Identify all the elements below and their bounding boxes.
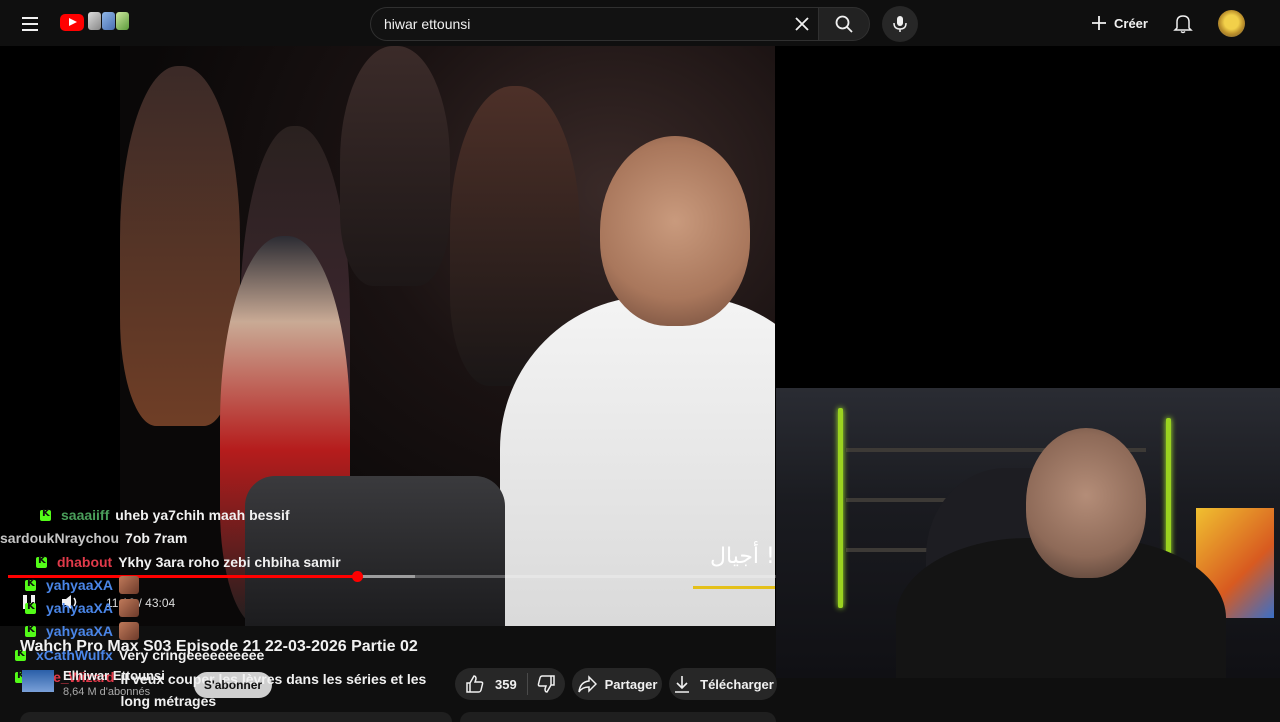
create-button[interactable]: Créer [1090,9,1148,37]
chat-message: saaaiiff uheb ya7chih maah bessif [40,505,290,525]
download-button[interactable]: Télécharger [669,668,777,700]
channel-name[interactable]: Elhiwar Ettounsi [63,668,165,683]
comments-card[interactable] [460,712,776,722]
chat-username: sardoukNraychou [0,530,120,546]
dislike-button[interactable] [528,674,564,694]
kick-badge-icon [25,578,36,591]
plus-icon [1092,16,1106,30]
close-icon[interactable] [792,14,812,34]
microphone-icon [893,16,907,32]
video-subtitle: أجيال ! [710,544,775,569]
chat-username: yahyaaXA [46,600,113,616]
chat-username: dhabout [57,554,113,570]
share-label: Partager [604,676,658,692]
search-input[interactable]: hiwar ettounsi [370,7,818,41]
voice-search-button[interactable] [882,6,918,42]
kick-badge-icon [40,508,51,521]
masthead: hiwar ettounsi Créer [0,0,1280,46]
chat-message: yahyaaXA [25,575,139,595]
bell-icon[interactable] [1172,12,1194,34]
menu-icon[interactable] [18,12,42,36]
thumbs-up-icon [466,675,484,693]
search-query: hiwar ettounsi [384,16,471,32]
chat-username: saaaiiff [61,507,110,523]
chat-text: 7ob 7ram [125,530,188,546]
thumbs-down-icon [537,675,555,693]
video-title: Wahch Pro Max S03 Episode 21 22-03-2026 … [20,638,418,655]
streamer-figure [1026,428,1146,578]
chat-message: dhabout Ykhy 3ara roho zebi chbiha samir [36,552,341,572]
chat-emote [118,576,139,594]
chat-username: yahyaaXA [46,623,113,639]
share-icon [577,675,597,693]
share-button[interactable]: Partager [572,668,662,700]
youtube-logo[interactable] [60,14,84,31]
chat-text: Il veux couper les lèvres dans les série… [120,671,427,709]
description-card[interactable] [20,712,452,722]
chat-text: Ykhy 3ara roho zebi chbiha samir [118,554,341,570]
channel-avatar[interactable] [22,670,54,692]
kick-badge-icon [25,624,36,637]
chat-emote [118,599,139,617]
chat-message: yahyaaXA [25,598,139,618]
kick-badge-icon [25,601,36,614]
avatar[interactable] [1218,10,1245,37]
download-icon [675,676,690,693]
like-count: 359 [495,676,517,692]
download-label: Télécharger [700,676,774,692]
search-icon [835,15,853,33]
like-dislike-group: 359 [455,668,565,700]
create-label: Créer [1114,15,1148,31]
subscribe-button[interactable]: S'abonner [194,672,272,698]
like-button[interactable]: 359 [455,674,527,694]
kick-badge-icon [36,555,47,568]
chat-message: sardoukNraychou 7ob 7ram [0,528,187,548]
video-frame[interactable]: أجيال ! [120,46,775,626]
search-button[interactable] [818,7,870,41]
subscriber-count: 8,64 M d'abonnés [63,686,151,698]
chat-username: yahyaaXA [46,577,113,593]
chat-text: uheb ya7chih maah bessif [115,507,290,523]
webcam-overlay [776,388,1280,678]
doodle-decoration [88,12,129,30]
